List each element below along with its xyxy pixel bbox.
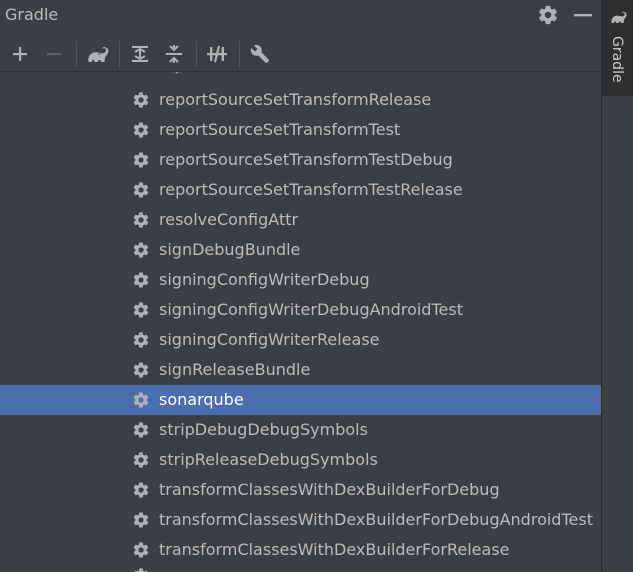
gear-icon: [133, 182, 149, 198]
gear-icon: [133, 422, 149, 438]
task-label: signDebugBundle: [159, 240, 301, 259]
task-row[interactable]: reportSourceSetTransformTestDebug: [0, 145, 601, 175]
gear-icon: [133, 362, 149, 378]
task-label: sonarqube: [159, 390, 244, 409]
gradle-elephant-icon[interactable]: [83, 40, 111, 68]
task-row[interactable]: transformClassesWithDexBuilderForDebug: [0, 475, 601, 505]
task-label: transformClassesWithDexBuilderForDebugAn…: [159, 510, 593, 529]
gear-icon: [133, 452, 149, 468]
gear-icon: [133, 512, 149, 528]
task-label: transformClassesWithDexBuilderForDebug: [159, 480, 500, 499]
toolbar-separator: [239, 40, 240, 67]
task-row[interactable]: reportSourceSetTransformTest: [0, 115, 601, 145]
task-label: signReleaseBundle: [159, 360, 311, 379]
task-row[interactable]: resolveConfigAttr: [0, 205, 601, 235]
collapse-all-icon[interactable]: [160, 40, 188, 68]
gradle-window: Gradle reportSourceSetTransformRelease r…: [0, 0, 633, 572]
task-label: reportSourceSetTransformTestDebug: [159, 150, 453, 169]
gear-icon: [133, 392, 149, 408]
gradle-side-tab[interactable]: Gradle: [602, 0, 633, 96]
task-label: stripReleaseDebugSymbols: [159, 450, 378, 469]
task-label: reportSourceSetTransformRelease: [159, 90, 432, 109]
task-label: reportSourceSetTransformTest: [159, 120, 401, 139]
task-row[interactable]: sonarqube: [0, 385, 601, 415]
task-label: transformClassesWithDexBuilderForRelease: [159, 540, 510, 559]
task-label: reportSourceSetTransformTestRelease: [159, 180, 463, 199]
task-label: resolveConfigAttr: [159, 210, 299, 229]
task-row[interactable]: stripReleaseDebugSymbols: [0, 445, 601, 475]
side-tab-label: Gradle: [609, 36, 625, 83]
gear-icon: [133, 332, 149, 348]
task-row[interactable]: transformClassesWithDexBuilderForRelease: [0, 535, 601, 565]
task-row[interactable]: signingConfigWriterRelease: [0, 325, 601, 355]
task-label: signingConfigWriterRelease: [159, 330, 380, 349]
task-row[interactable]: signingConfigWriterDebug: [0, 265, 601, 295]
minus-icon[interactable]: [40, 40, 68, 68]
expand-all-icon[interactable]: [126, 40, 154, 68]
titlebar-actions: [537, 3, 593, 27]
tree-row-partial: ⚙: [0, 72, 601, 82]
task-label: stripDebugDebugSymbols: [159, 420, 368, 439]
gear-icon: [133, 302, 149, 318]
wrench-icon[interactable]: [246, 40, 274, 68]
gear-icon: [133, 212, 149, 228]
gear-icon: [133, 242, 149, 258]
toolbar-separator: [119, 40, 120, 67]
plus-icon[interactable]: [6, 40, 34, 68]
task-row[interactable]: signingConfigWriterDebugAndroidTest: [0, 295, 601, 325]
partial-row-glyph: ⚙: [170, 72, 184, 77]
task-label: signingConfigWriterDebug: [159, 270, 370, 289]
gradle-tool-panel: Gradle reportSourceSetTransformRelease r…: [0, 0, 601, 572]
panel-titlebar: Gradle: [0, 0, 601, 32]
gear-icon: [133, 152, 149, 168]
gear-icon[interactable]: [537, 4, 559, 26]
tree-row-partial-bottom: [0, 567, 601, 572]
task-row[interactable]: reportSourceSetTransformTestRelease: [0, 175, 601, 205]
toolbar-separator: [196, 40, 197, 67]
gradle-elephant-icon: [611, 11, 627, 23]
gear-icon: [133, 482, 149, 498]
toolbar-separator: [76, 40, 77, 67]
task-row[interactable]: signDebugBundle: [0, 235, 601, 265]
right-tool-strip: Gradle: [601, 0, 633, 572]
toggle-offline-icon[interactable]: [203, 40, 231, 68]
gradle-task-tree[interactable]: ⚙ reportSourceSetTransformRelease reportS…: [0, 72, 601, 572]
gear-icon: [133, 272, 149, 288]
task-row[interactable]: stripDebugDebugSymbols: [0, 415, 601, 445]
task-row[interactable]: transformClassesWithDexBuilderForDebugAn…: [0, 505, 601, 535]
panel-title: Gradle: [5, 5, 59, 24]
task-row[interactable]: reportSourceSetTransformRelease: [0, 85, 601, 115]
gear-icon: [133, 542, 149, 558]
task-label: signingConfigWriterDebugAndroidTest: [159, 300, 463, 319]
minimize-icon[interactable]: [573, 5, 593, 25]
gradle-toolbar: [0, 36, 601, 72]
task-row[interactable]: signReleaseBundle: [0, 355, 601, 385]
gear-icon: [133, 92, 149, 108]
gear-icon: [133, 122, 149, 138]
